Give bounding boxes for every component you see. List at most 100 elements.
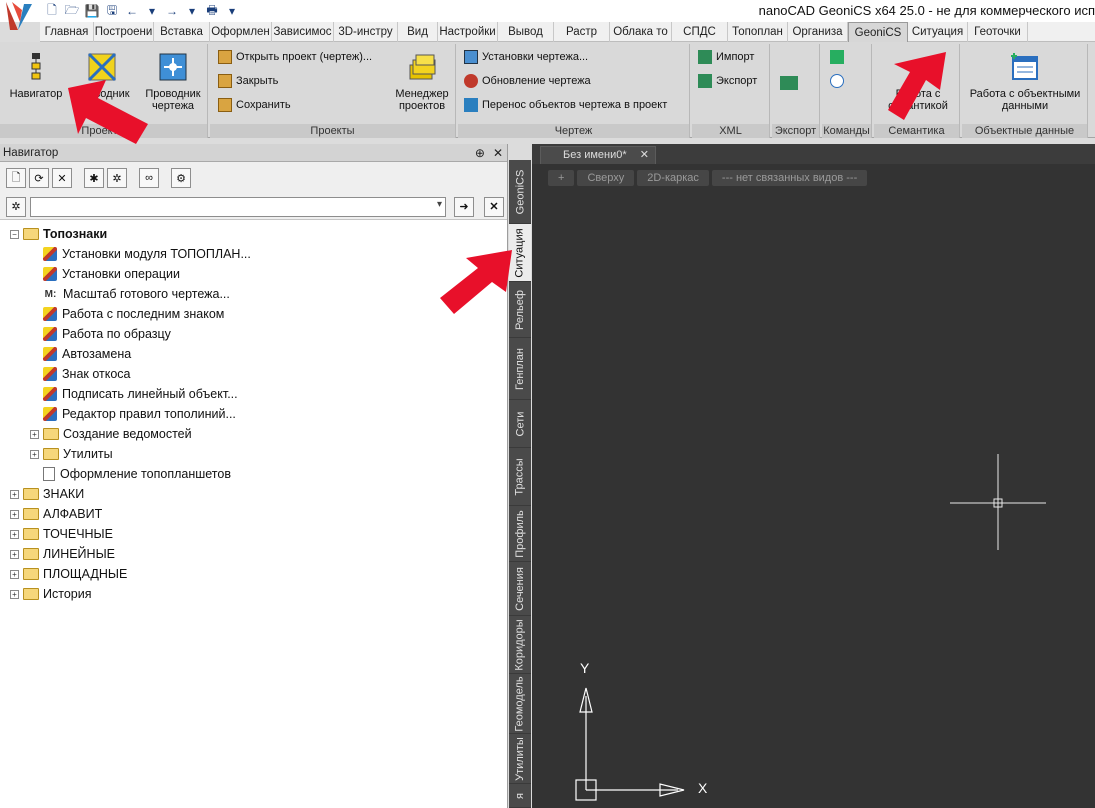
tree-item[interactable]: Подписать линейный объект...	[0, 384, 507, 404]
tree-item[interactable]: + История	[0, 584, 507, 604]
settings-tree-icon[interactable]: ✱	[84, 168, 104, 188]
redo-icon[interactable]: →	[164, 3, 180, 19]
quick-access-menu-icon[interactable]: ▾	[224, 3, 240, 19]
filter-icon[interactable]: ✲	[6, 196, 26, 217]
tree-item[interactable]: + ТОЧЕЧНЫЕ	[0, 524, 507, 544]
ribbon-tab[interactable]: Растр	[554, 22, 610, 42]
ifc-export-button[interactable]	[780, 76, 798, 90]
vertical-tab[interactable]: Профиль	[509, 506, 531, 562]
refresh-doc-icon[interactable]: ⟳	[29, 168, 49, 188]
tree-item[interactable]: Редактор правил тополиний...	[0, 404, 507, 424]
vertical-tab[interactable]: я	[509, 784, 531, 808]
drawing-settings-button[interactable]: Установки чертежа...	[464, 50, 588, 64]
close-tab-icon[interactable]: ✕	[640, 147, 649, 164]
ribbon-tab[interactable]: Настройки	[438, 22, 498, 42]
tree-item[interactable]: Работа с последним знаком	[0, 304, 507, 324]
expand-icon[interactable]: +	[30, 429, 39, 439]
expand-icon[interactable]: +	[10, 509, 19, 519]
tree-item[interactable]: + ЗНАКИ	[0, 484, 507, 504]
expand-icon[interactable]: +	[10, 529, 19, 539]
xml-export-button[interactable]: Экспорт	[698, 74, 757, 88]
ribbon-tab[interactable]: Облака то	[610, 22, 672, 42]
undo-icon[interactable]: ←	[124, 3, 140, 19]
object-data-button[interactable]: Работа с объектными данными	[964, 50, 1086, 112]
vertical-tab[interactable]: Сети	[509, 400, 531, 448]
tree-item[interactable]: + Утилиты	[0, 444, 507, 464]
ribbon-tab[interactable]: 3D-инстру	[334, 22, 398, 42]
navigator-button[interactable]: Навигатор	[6, 50, 66, 100]
undo-dropdown-icon[interactable]: ▾	[144, 3, 160, 19]
collapse-icon[interactable]: −	[10, 229, 19, 239]
search-input[interactable]: ▾	[30, 196, 446, 217]
ribbon-tab[interactable]: GeoniCS	[848, 22, 908, 42]
ribbon-tab[interactable]: Главная	[40, 22, 94, 42]
new-doc-icon[interactable]: 🗋	[6, 168, 26, 188]
vertical-tab[interactable]: Генплан	[509, 338, 531, 400]
options-gear-icon[interactable]: ⚙	[171, 168, 191, 188]
vertical-tab[interactable]: Трассы	[509, 448, 531, 506]
ribbon-tab[interactable]: СПДС	[672, 22, 728, 42]
open-project-button[interactable]: Открыть проект (чертеж)...	[218, 50, 372, 64]
find-binoculars-icon[interactable]: ∞	[139, 168, 159, 188]
tree-item[interactable]: Работа по образцу	[0, 324, 507, 344]
tree-item[interactable]: + АЛФАВИТ	[0, 504, 507, 524]
go-arrow-icon[interactable]: ➜	[454, 196, 474, 217]
view-control-button[interactable]: 2D-каркас	[637, 170, 709, 186]
drawing-update-button[interactable]: Обновление чертежа	[464, 74, 591, 88]
vertical-tab[interactable]: Утилиты	[509, 734, 531, 784]
view-control-button[interactable]: +	[548, 170, 575, 186]
document-tab[interactable]: Без имени0* ✕	[540, 146, 656, 164]
delete-doc-icon[interactable]: ✕	[52, 168, 72, 188]
expand-icon[interactable]: +	[10, 589, 19, 599]
settings-list-icon[interactable]: ✲	[107, 168, 127, 188]
command-2-button[interactable]	[830, 74, 844, 88]
tree-item[interactable]: Знак откоса	[0, 364, 507, 384]
vertical-tab[interactable]: Коридоры	[509, 616, 531, 674]
chevron-down-icon[interactable]: ▾	[437, 199, 442, 210]
ribbon-tab[interactable]: Построени	[94, 22, 154, 42]
ribbon-tab[interactable]: Топоплан	[728, 22, 788, 42]
view-control-button[interactable]: Сверху	[577, 170, 635, 186]
tree-item[interactable]: Автозамена	[0, 344, 507, 364]
vertical-tab[interactable]: Сечения	[509, 562, 531, 616]
project-manager-button[interactable]: Менеджер проектов	[390, 50, 454, 112]
expand-icon[interactable]: +	[30, 449, 39, 459]
close-project-button[interactable]: Закрыть	[218, 74, 278, 88]
tree-item[interactable]: Установки модуля ТОПОПЛАН...	[0, 244, 507, 264]
close-icon[interactable]: ✕	[493, 144, 503, 162]
tree-item[interactable]: Установки операции	[0, 264, 507, 284]
ribbon-tab[interactable]: Оформлен	[210, 22, 272, 42]
save-project-button[interactable]: Сохранить	[218, 98, 291, 112]
ribbon-tab[interactable]: Организа	[788, 22, 848, 42]
tree-item[interactable]: + Создание ведомостей	[0, 424, 507, 444]
xml-import-button[interactable]: Импорт	[698, 50, 754, 64]
expand-icon[interactable]: +	[10, 489, 19, 499]
save-as-icon[interactable]: 🖫	[104, 3, 120, 19]
new-file-icon[interactable]: 🗋	[44, 3, 60, 19]
redo-dropdown-icon[interactable]: ▾	[184, 3, 200, 19]
drawing-area[interactable]: Без имени0* ✕ + Сверху 2D-каркас --- нет св…	[532, 144, 1095, 808]
expand-icon[interactable]: +	[10, 569, 19, 579]
tree-item[interactable]: + ПЛОЩАДНЫЕ	[0, 564, 507, 584]
pin-icon[interactable]: ⊕	[475, 144, 485, 162]
ribbon-tab[interactable]: Вывод	[498, 22, 554, 42]
ribbon-tab[interactable]: Зависимос	[272, 22, 334, 42]
ribbon-tab[interactable]: Вставка	[154, 22, 210, 42]
vertical-tab[interactable]: Геомодель	[509, 674, 531, 734]
ribbon-tab[interactable]: Геоточки	[968, 22, 1028, 42]
save-icon[interactable]: 💾	[84, 3, 100, 19]
tree-item[interactable]: + ЛИНЕЙНЫЕ	[0, 544, 507, 564]
app-logo-icon[interactable]	[4, 0, 34, 38]
view-control-button[interactable]: --- нет связанных видов ---	[711, 170, 868, 186]
tree-item[interactable]: − Топознаки	[0, 224, 507, 244]
ribbon-tab[interactable]: Ситуация	[908, 22, 968, 42]
tree-item[interactable]: Оформление топопланшетов	[0, 464, 507, 484]
clear-x-icon[interactable]: ✕	[484, 196, 504, 217]
tree-item[interactable]: M: Масштаб готового чертежа...	[0, 284, 507, 304]
expand-icon[interactable]: +	[10, 549, 19, 559]
vertical-tab[interactable]: GeoniCS	[509, 160, 531, 224]
ribbon-tab[interactable]: Вид	[398, 22, 438, 42]
open-folder-icon[interactable]: 🗁	[64, 3, 80, 19]
command-1-button[interactable]	[830, 50, 844, 64]
transfer-objects-button[interactable]: Перенос объектов чертежа в проект	[464, 98, 667, 112]
